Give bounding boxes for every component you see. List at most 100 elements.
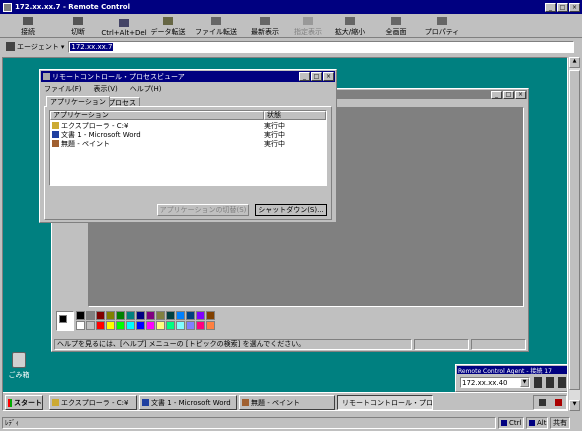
resize-grip-icon[interactable] <box>570 417 580 429</box>
refresh-button[interactable]: 最新表示 <box>246 15 284 37</box>
key-icon <box>529 420 535 426</box>
paint-maximize-button[interactable]: □ <box>503 90 514 99</box>
recycle-bin-icon <box>12 352 26 368</box>
application-list[interactable]: アプリケーション 状態 エクスプローラ - C:¥ 実行中 文書 1 - Mic… <box>49 110 327 186</box>
col-app[interactable]: アプリケーション <box>50 111 264 120</box>
window-title: 172.xx.xx.7 - Remote Control <box>15 3 131 11</box>
current-colors[interactable] <box>56 311 74 331</box>
palette-color-swatch[interactable] <box>106 321 115 330</box>
palette-color-swatch[interactable] <box>206 311 215 320</box>
shutdown-button[interactable]: シャットダウン(S)... <box>255 204 327 216</box>
palette-color-swatch[interactable] <box>76 311 85 320</box>
dropdown-arrow-icon[interactable]: ▼ <box>520 378 529 387</box>
recycle-bin[interactable]: ごみ箱 <box>5 352 33 382</box>
file-transfer-button[interactable]: ファイル転送 <box>194 15 238 37</box>
taskbar-item-paint[interactable]: 無題 - ペイント <box>239 395 335 410</box>
palette-color-swatch[interactable] <box>96 321 105 330</box>
taskbar-item-explorer[interactable]: エクスプローラ - C:¥ <box>49 395 137 410</box>
keyboard-icon <box>119 19 129 27</box>
paint-icon <box>242 399 249 406</box>
fullscreen-button[interactable]: 全画面 <box>378 15 414 37</box>
start-button[interactable]: スタート <box>5 395 43 410</box>
scroll-down-button[interactable]: ▼ <box>569 400 580 411</box>
paint-status-bar: ヘルプを見るには、[ヘルプ] メニューの [トピックの検索] を選んでください。 <box>54 339 526 350</box>
data-transfer-button[interactable]: データ転送 <box>148 15 188 37</box>
tab-applications[interactable]: アプリケーション <box>46 96 110 107</box>
fullscreen-icon <box>391 17 401 25</box>
palette-color-swatch[interactable] <box>76 321 85 330</box>
zoom-button[interactable]: 拡大/縮小 <box>330 15 370 37</box>
remote-screen[interactable]: _ □ × ヘルプを見るには、[ヘルプ] メニューの [トピックの検索] を選ん… <box>2 57 568 411</box>
app-icon <box>3 2 12 12</box>
palette-color-swatch[interactable] <box>186 321 195 330</box>
refresh-icon <box>260 17 270 25</box>
palette-color-swatch[interactable] <box>146 311 155 320</box>
palette-color-swatch[interactable] <box>186 311 195 320</box>
zoom-icon <box>345 17 355 25</box>
disconnect-button[interactable]: 切断 <box>60 15 96 37</box>
scroll-thumb[interactable] <box>569 70 580 390</box>
viewer-menu-bar: ファイル(F) 表示(V) ヘルプ(H) <box>44 84 162 94</box>
agent-icon <box>6 42 15 51</box>
viewer-title: リモートコントロール・プロセスビューア <box>52 72 185 81</box>
shared-indicator: 共有 <box>550 417 570 429</box>
palette-grid <box>76 311 226 331</box>
viewer-maximize-button[interactable]: □ <box>311 72 322 81</box>
palette-color-swatch[interactable] <box>136 311 145 320</box>
palette-color-swatch[interactable] <box>166 321 175 330</box>
palette-color-swatch[interactable] <box>136 321 145 330</box>
palette-color-swatch[interactable] <box>126 311 135 320</box>
menu-view[interactable]: 表示(V) <box>94 84 118 94</box>
connect-button[interactable]: 接続 <box>10 15 46 37</box>
palette-color-swatch[interactable] <box>116 321 125 330</box>
palette-color-swatch[interactable] <box>126 321 135 330</box>
network-icon[interactable] <box>538 399 546 406</box>
palette-color-swatch[interactable] <box>206 321 215 330</box>
show-button[interactable]: 指定表示 <box>290 15 326 37</box>
palette-color-swatch[interactable] <box>156 311 165 320</box>
palette-color-swatch[interactable] <box>86 311 95 320</box>
palette-color-swatch[interactable] <box>196 311 205 320</box>
agent-label[interactable]: エージェント <box>17 42 59 52</box>
taskbar-item-word[interactable]: 文書 1 - Microsoft Word <box>139 395 237 410</box>
paint-close-button[interactable]: × <box>515 90 526 99</box>
palette-color-swatch[interactable] <box>166 311 175 320</box>
menu-help[interactable]: ヘルプ(H) <box>130 84 162 94</box>
palette-color-swatch[interactable] <box>106 311 115 320</box>
palette-color-swatch[interactable] <box>176 311 185 320</box>
key-icon <box>501 420 507 426</box>
scroll-up-button[interactable]: ▲ <box>569 57 580 68</box>
palette-color-swatch[interactable] <box>86 321 95 330</box>
menu-file[interactable]: ファイル(F) <box>44 84 82 94</box>
paint-minimize-button[interactable]: _ <box>491 90 502 99</box>
ctrl-indicator: Ctrl <box>498 417 524 429</box>
viewer-minimize-button[interactable]: _ <box>299 72 310 81</box>
pen-icon[interactable] <box>554 399 562 406</box>
viewer-title-bar: リモートコントロール・プロセスビューア _ □ × <box>41 71 335 82</box>
viewer-icon <box>43 73 50 80</box>
switch-application-button[interactable]: アプリケーションの切替(S) <box>157 204 249 216</box>
palette-color-swatch[interactable] <box>156 321 165 330</box>
list-item[interactable]: 無題 - ペイント 実行中 <box>52 139 324 148</box>
taskbar: スタート エクスプローラ - C:¥ 文書 1 - Microsoft Word… <box>3 392 567 410</box>
col-status[interactable]: 状態 <box>264 111 326 120</box>
address-bar: エージェント ▾ 172.xx.xx.7 <box>0 39 582 54</box>
agent-input[interactable]: 172.xx.xx.7 <box>68 40 575 53</box>
close-button[interactable]: × <box>569 2 580 12</box>
palette-color-swatch[interactable] <box>146 321 155 330</box>
taskbar-item-viewer[interactable]: リモートコントロール・プロ... <box>337 395 433 410</box>
palette-color-swatch[interactable] <box>96 311 105 320</box>
palette-color-swatch[interactable] <box>196 321 205 330</box>
palette-color-swatch[interactable] <box>176 321 185 330</box>
ctrl-alt-del-button[interactable]: Ctrl+Alt+Del <box>100 15 148 37</box>
vertical-scrollbar[interactable]: ▲ ▼ <box>569 57 580 411</box>
properties-button[interactable]: プロパティ <box>422 15 462 37</box>
maximize-button[interactable]: □ <box>557 2 568 12</box>
palette-color-swatch[interactable] <box>116 311 125 320</box>
agent-tool-icons[interactable] <box>534 377 566 388</box>
agent-host-select[interactable]: 172.xx.xx.40 ▼ <box>460 377 530 388</box>
status-text: ﾚﾃﾞｨ <box>2 417 496 429</box>
viewer-close-button[interactable]: × <box>323 72 334 81</box>
minimize-button[interactable]: _ <box>545 2 556 12</box>
properties-icon <box>437 17 447 25</box>
